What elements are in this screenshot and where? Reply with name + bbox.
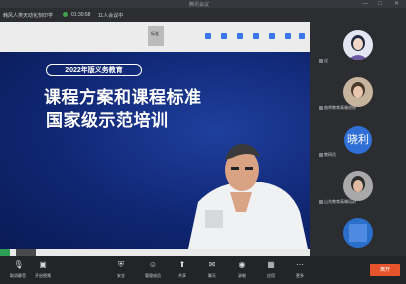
participant-name: 山东教育高端培训 — [324, 199, 356, 204]
share-icon: ⬆ — [178, 260, 186, 269]
participant-tile[interactable] — [310, 210, 406, 256]
participant-name: 曲师教育高端进修 — [324, 105, 356, 110]
participant-sidebar: 议 曲师教育高端进修 晓利 教研员 山东教育高端培训 — [310, 22, 406, 256]
tool-icon — [221, 33, 227, 39]
mic-muted-icon — [319, 199, 323, 204]
leave-meeting-button[interactable]: 离开 — [370, 264, 400, 276]
meeting-duration: 01:30:58 — [71, 12, 91, 18]
apps-button[interactable]: ▦ 应用 — [256, 260, 286, 279]
participant-name: 议 — [324, 58, 328, 63]
thumbnail-strip — [0, 249, 310, 256]
tool-icon — [253, 33, 259, 39]
presentation-slide: 2022年版义务教育 课程方案和课程标准 国家级示范培训 — [0, 52, 310, 249]
tool-icon — [299, 33, 305, 39]
start-video-button[interactable]: ▣ 开启视频 — [28, 260, 58, 279]
more-icon: ⋯ — [296, 260, 304, 269]
participant-tile[interactable]: 山东教育高端培训 — [310, 163, 406, 210]
network-status-icon — [63, 12, 68, 17]
meeting-controls: 🎙 取消静音 ▣ 开启视频 ⛨ 安全 ☺ 管理成员 ⬆ 共享 ✉ 聊天 ◉ 录制 ▦ 应用 ⋯ 更… — [0, 256, 406, 284]
share-button[interactable]: ⬆ 共享 — [167, 260, 197, 279]
tool-icon — [269, 33, 275, 39]
mic-icon: 🎙 — [13, 260, 24, 269]
participant-name: 教研员 — [324, 152, 336, 157]
tool-icon — [237, 33, 243, 39]
avatar — [343, 218, 373, 248]
window-title: 腾讯会议 — [189, 2, 210, 8]
tool-icon — [205, 33, 211, 39]
avatar — [343, 171, 373, 201]
meeting-info-bar: 韩风人类天动化刻印学 01:30:58 11人会议中 — [0, 8, 406, 22]
camera-icon: ▣ — [39, 260, 47, 269]
shared-screen: 标准 2022年版义务教育 课程方案和课程标准 国家级示范培训 — [0, 22, 310, 256]
avatar — [343, 30, 373, 60]
record-button[interactable]: ◉ 录制 — [227, 260, 257, 279]
mic-muted-icon — [319, 152, 323, 157]
tool-icon — [285, 33, 291, 39]
chat-button[interactable]: ✉ 聊天 — [197, 260, 227, 279]
shared-app-toolbar: 标准 — [0, 22, 310, 52]
avatar — [343, 77, 373, 107]
avatar-initial: 晓利 — [344, 126, 372, 154]
security-button[interactable]: ⛨ 安全 — [106, 260, 136, 279]
shared-app-center-tab: 标准 — [148, 26, 164, 46]
thumbnail[interactable] — [0, 249, 10, 256]
more-button[interactable]: ⋯ 更多 — [285, 260, 315, 279]
participant-tile[interactable]: 议 — [310, 22, 406, 69]
record-icon: ◉ — [238, 260, 246, 269]
participants-icon: ☺ — [148, 260, 158, 269]
viewer-count[interactable]: 11人会议中 — [98, 12, 123, 19]
mic-muted-icon — [319, 58, 323, 63]
close-icon[interactable]: ✕ — [394, 0, 399, 8]
maximize-icon[interactable]: □ — [378, 0, 382, 8]
window-titlebar: 腾讯会议 — □ ✕ — [0, 0, 406, 8]
manage-participants-button[interactable]: ☺ 管理成员 — [138, 260, 168, 279]
minimize-icon[interactable]: — — [362, 0, 368, 8]
thumbnail[interactable] — [16, 249, 36, 256]
apps-icon: ▦ — [267, 260, 275, 269]
presenter-figure — [188, 144, 308, 249]
mic-muted-icon — [319, 105, 323, 110]
participant-tile[interactable]: 晓利 教研员 — [310, 116, 406, 163]
meeting-title[interactable]: 韩风人类天动化刻印学 — [3, 12, 53, 19]
security-icon: ⛨ — [118, 260, 124, 269]
chat-icon: ✉ — [208, 260, 216, 269]
participant-tile[interactable]: 曲师教育高端进修 — [310, 69, 406, 116]
